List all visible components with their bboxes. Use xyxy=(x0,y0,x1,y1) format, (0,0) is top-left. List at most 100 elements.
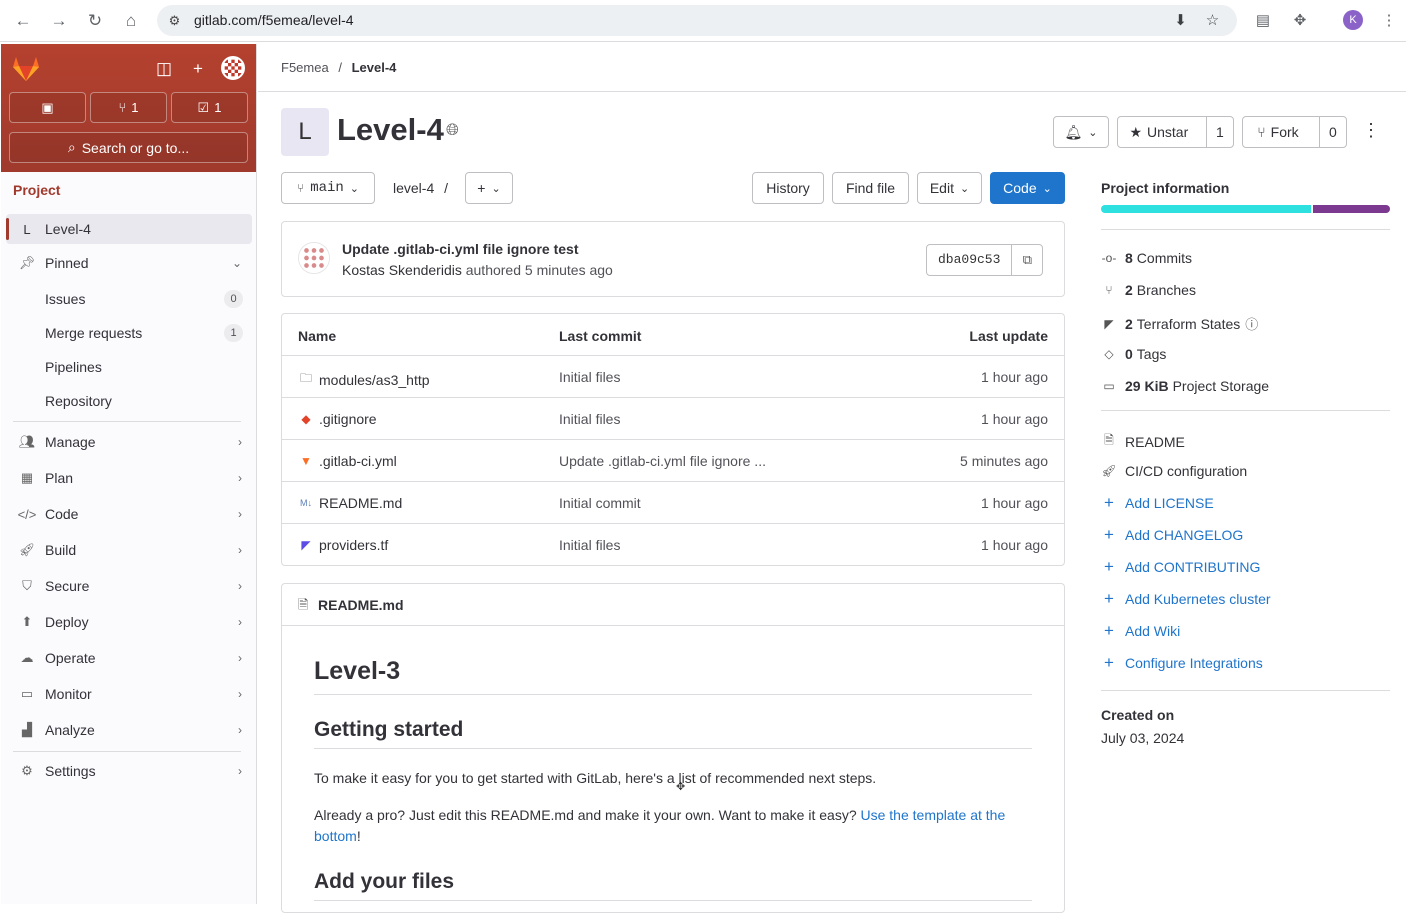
table-row[interactable]: M↓ README.md Initial commit 1 hour ago xyxy=(282,482,1064,524)
sidebar-toggle-icon[interactable]: ◫ xyxy=(153,58,175,80)
table-row[interactable]: ◤ providers.tf Initial files 1 hour ago xyxy=(282,524,1064,566)
ci-cd-configuration-link[interactable]: 🚀︎ CI/CD configuration xyxy=(1101,463,1247,479)
stat-commits[interactable]: -o- 8 Commits xyxy=(1101,250,1192,266)
extensions-puzzle-icon[interactable]: ✥ xyxy=(1289,10,1311,32)
calendar-icon: ▦ xyxy=(20,470,34,485)
sidebar-item-repository[interactable]: Repository xyxy=(6,386,252,416)
find-file-button[interactable]: Find file xyxy=(832,172,909,204)
branch-selector[interactable]: ⑂ main ⌄ xyxy=(281,172,375,204)
assigned-issues-button[interactable]: ▣ xyxy=(9,92,86,123)
add-to-tree-dropdown[interactable]: + ⌄ xyxy=(465,172,513,204)
todos-button[interactable]: ☑ 1 xyxy=(171,92,248,123)
commit-message-link[interactable]: Initial commit xyxy=(559,495,641,511)
configure-integrations-link[interactable]: + Configure Integrations xyxy=(1101,654,1263,671)
address-bar[interactable]: ⚙ gitlab.com/f5emea/level-4 ⬇ ☆ xyxy=(157,5,1237,36)
commit-message-link[interactable]: Initial files xyxy=(559,369,620,385)
stat-terraform-states[interactable]: ◤ 2 Terraform States ⓘ xyxy=(1101,314,1258,333)
stat-tags[interactable]: ◇ 0 Tags xyxy=(1101,346,1166,362)
more-actions-icon[interactable]: ⋮ xyxy=(1362,120,1380,144)
sidebar-item-settings[interactable]: ⚙ Settings › xyxy=(6,756,252,786)
add-kubernetes-cluster-link[interactable]: + Add Kubernetes cluster xyxy=(1101,590,1271,607)
path-separator: / xyxy=(444,180,449,196)
info-circle-icon[interactable]: ⓘ xyxy=(1245,314,1258,333)
add-wiki-link[interactable]: + Add Wiki xyxy=(1101,622,1180,639)
commit-author-link[interactable]: Kostas Skenderidis xyxy=(342,262,462,278)
repo-path-root[interactable]: level-4 xyxy=(393,180,434,196)
column-header-last-update: Last update xyxy=(969,328,1048,344)
user-avatar[interactable] xyxy=(221,56,245,80)
author-avatar[interactable] xyxy=(298,242,330,274)
bookmark-star-icon[interactable]: ☆ xyxy=(1203,11,1222,30)
gitlab-logo-icon[interactable] xyxy=(10,54,42,82)
commit-message-link[interactable]: Initial files xyxy=(559,537,620,553)
sidebar-item-monitor[interactable]: ▭ Monitor › xyxy=(6,679,252,709)
stat-label: Branches xyxy=(1136,282,1196,298)
readme-filename-link[interactable]: README.md xyxy=(318,597,404,613)
breadcrumb: F5emea / Level-4 xyxy=(281,60,396,75)
sidebar-item-label: Issues xyxy=(45,291,86,307)
install-app-icon[interactable]: ⬇ xyxy=(1171,11,1190,30)
edit-dropdown[interactable]: Edit ⌄ xyxy=(917,172,982,204)
file-name-link[interactable]: README.md xyxy=(319,495,402,511)
language-segment[interactable] xyxy=(1101,205,1311,213)
fork-count[interactable]: 0 xyxy=(1318,117,1346,147)
sidebar-item-pipelines[interactable]: Pipelines xyxy=(6,352,252,382)
sidebar-item-merge-requests[interactable]: Merge requests 1 xyxy=(6,318,252,348)
sidebar-item-build[interactable]: 🚀︎ Build › xyxy=(6,535,252,565)
readme-heading-getting-started: Getting started xyxy=(314,718,1032,749)
breadcrumb-group-link[interactable]: F5emea xyxy=(281,60,329,75)
table-row[interactable]: ▼ .gitlab-ci.yml Update .gitlab-ci.yml fi… xyxy=(282,440,1064,482)
file-name-link[interactable]: .gitignore xyxy=(319,411,377,427)
code-dropdown[interactable]: Code ⌄ xyxy=(990,172,1065,204)
file-name-link[interactable]: .gitlab-ci.yml xyxy=(319,453,397,469)
sidebar-item-pinned[interactable]: 📌︎ Pinned ⌄ xyxy=(6,248,252,278)
stat-storage[interactable]: ▭ 29 KiB Project Storage xyxy=(1101,378,1269,394)
unstar-button[interactable]: ★ Unstar xyxy=(1118,124,1200,141)
site-settings-icon[interactable]: ⚙ xyxy=(166,12,183,29)
file-name-link[interactable]: providers.tf xyxy=(319,537,388,553)
sidebar-item-project[interactable]: L Level-4 xyxy=(6,214,252,244)
sidebar-item-analyze[interactable]: ▟ Analyze › xyxy=(6,715,252,745)
notifications-dropdown[interactable]: 🔔︎ ⌄ xyxy=(1053,116,1109,148)
star-icon: ★ xyxy=(1129,123,1143,140)
breadcrumb-project-link[interactable]: Level-4 xyxy=(352,60,397,75)
commit-sha-group: dba09c53 ⧉ xyxy=(926,244,1044,276)
search-button[interactable]: ⌕ Search or go to... xyxy=(9,132,248,163)
fork-button[interactable]: ⑂ Fork xyxy=(1243,124,1313,140)
commit-message-link[interactable]: Initial files xyxy=(559,411,620,427)
url-text[interactable]: gitlab.com/f5emea/level-4 xyxy=(194,12,354,28)
table-row[interactable]: 🗀 modules/as3_http Initial files 1 hour a… xyxy=(282,356,1064,398)
table-row[interactable]: ◆ .gitignore Initial files 1 hour ago xyxy=(282,398,1064,440)
sidebar-item-issues[interactable]: Issues 0 xyxy=(6,284,252,314)
back-icon[interactable]: ← xyxy=(12,10,34,32)
home-icon[interactable]: ⌂ xyxy=(120,10,142,32)
star-count[interactable]: 1 xyxy=(1205,117,1233,147)
readme-link[interactable]: 🗎 README xyxy=(1101,431,1185,452)
last-update: 5 minutes ago xyxy=(960,453,1048,469)
last-commit-panel: Update .gitlab-ci.yml file ignore test K… xyxy=(281,221,1065,297)
sidebar-item-operate[interactable]: ☁ Operate › xyxy=(6,643,252,673)
sidebar-item-manage[interactable]: 👥︎ Manage › xyxy=(6,427,252,457)
merge-requests-button[interactable]: ⑂ 1 xyxy=(90,92,167,123)
commit-message-link[interactable]: Update .gitlab-ci.yml file ignore ... xyxy=(559,453,766,469)
commit-title-link[interactable]: Update .gitlab-ci.yml file ignore test xyxy=(342,241,578,257)
sidebar-item-deploy[interactable]: ⬆ Deploy › xyxy=(6,607,252,637)
sidebar-item-code[interactable]: </> Code › xyxy=(6,499,252,529)
extension-icon[interactable]: ▤ xyxy=(1252,10,1274,32)
sidebar-item-secure[interactable]: ⛉ Secure › xyxy=(6,571,252,601)
add-contributing-link[interactable]: + Add CONTRIBUTING xyxy=(1101,558,1260,575)
history-button[interactable]: History xyxy=(752,172,824,204)
forward-icon[interactable]: → xyxy=(48,10,70,32)
reload-icon[interactable]: ↻ xyxy=(84,10,106,32)
sidebar-item-plan[interactable]: ▦ Plan › xyxy=(6,463,252,493)
add-changelog-link[interactable]: + Add CHANGELOG xyxy=(1101,526,1243,543)
language-segment[interactable] xyxy=(1313,205,1390,213)
browser-menu-icon[interactable]: ⋮ xyxy=(1378,10,1400,32)
create-new-icon[interactable]: + xyxy=(187,58,209,80)
profile-avatar[interactable]: K xyxy=(1343,10,1363,30)
commit-sha[interactable]: dba09c53 xyxy=(927,245,1011,275)
stat-branches[interactable]: ⑂ 2 Branches xyxy=(1101,282,1196,298)
add-license-link[interactable]: + Add LICENSE xyxy=(1101,494,1214,511)
file-name-link[interactable]: modules/as3_http xyxy=(319,372,430,388)
copy-icon[interactable]: ⧉ xyxy=(1011,245,1042,275)
